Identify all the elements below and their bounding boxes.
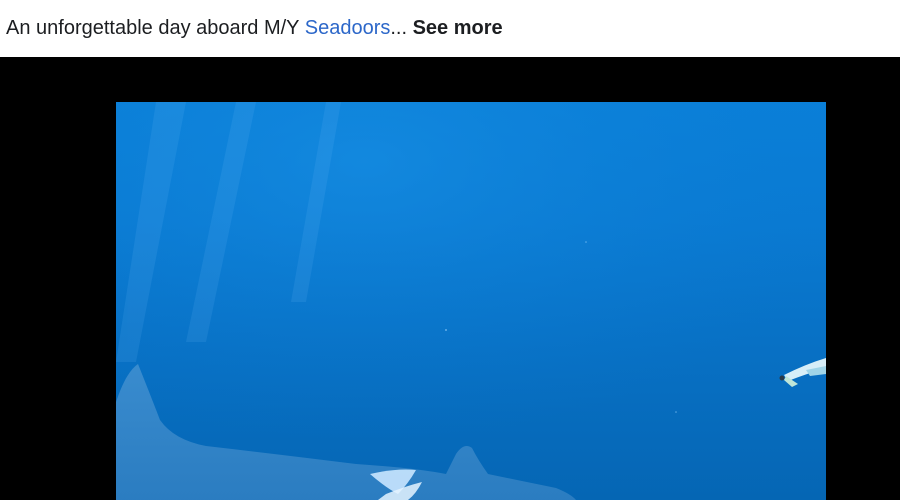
caption-text: An unforgettable day aboard M/Y	[6, 17, 305, 39]
seadoors-tag-link[interactable]: Seadoors	[305, 17, 391, 39]
video-player[interactable]	[0, 57, 900, 500]
see-more-link[interactable]: See more	[413, 17, 503, 39]
video-content[interactable]	[116, 102, 826, 500]
post-header: An unforgettable day aboard M/Y Seadoors…	[0, 0, 900, 57]
post-caption: An unforgettable day aboard M/Y Seadoors…	[6, 15, 503, 41]
underwater-scene	[116, 102, 826, 500]
light-glow	[116, 102, 826, 500]
caption-ellipsis: ...	[390, 17, 408, 39]
avatar[interactable]	[14, 0, 54, 2]
